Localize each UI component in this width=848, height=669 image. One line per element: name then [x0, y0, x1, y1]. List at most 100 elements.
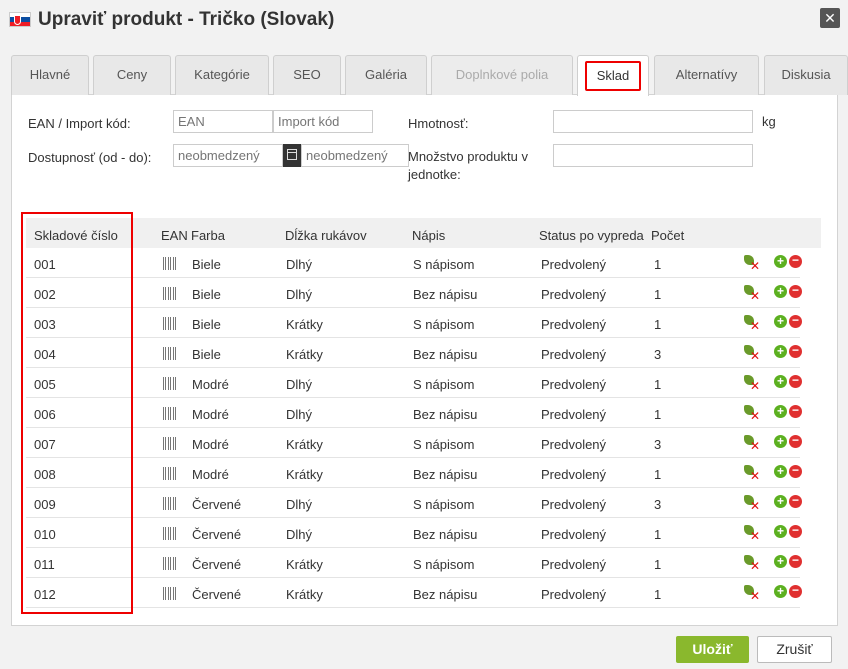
tab-discussion[interactable]: Diskusia: [764, 55, 848, 95]
tab-label: Alternatívy: [675, 67, 738, 82]
tab-label: Diskusia: [781, 67, 831, 82]
cell-count[interactable]: 3: [654, 497, 661, 512]
unit-quantity-input[interactable]: [553, 144, 753, 167]
edit-variant-icon[interactable]: ✕: [743, 315, 760, 332]
import-code-input[interactable]: [273, 110, 373, 133]
barcode-icon[interactable]: [163, 257, 177, 270]
edit-variant-icon[interactable]: ✕: [743, 375, 760, 392]
barcode-icon[interactable]: [163, 467, 177, 480]
cell-count[interactable]: 1: [654, 587, 661, 602]
remove-icon[interactable]: −: [789, 494, 802, 508]
slovak-flag-icon: [9, 12, 31, 27]
remove-icon[interactable]: −: [789, 464, 802, 478]
cell-count[interactable]: 1: [654, 467, 661, 482]
remove-icon[interactable]: −: [789, 584, 802, 598]
barcode-icon[interactable]: [163, 587, 177, 600]
weight-input[interactable]: [553, 110, 753, 133]
cell-count[interactable]: 3: [654, 347, 661, 362]
tab-stock[interactable]: Sklad: [577, 55, 649, 96]
tab-gallery[interactable]: Galéria: [345, 55, 427, 95]
barcode-icon[interactable]: [163, 317, 177, 330]
cell-print: S nápisom: [413, 497, 475, 512]
cell-status[interactable]: Predvolený: [541, 347, 606, 362]
add-icon[interactable]: +: [774, 495, 787, 508]
cell-sleeve: Dlhý: [286, 257, 313, 272]
remove-icon[interactable]: −: [789, 404, 802, 418]
cell-status[interactable]: Predvolený: [541, 317, 606, 332]
add-icon[interactable]: +: [774, 255, 787, 268]
remove-icon[interactable]: −: [789, 344, 802, 358]
edit-variant-icon[interactable]: ✕: [743, 525, 760, 542]
edit-variant-icon[interactable]: ✕: [743, 465, 760, 482]
barcode-icon[interactable]: [163, 527, 177, 540]
cell-count[interactable]: 1: [654, 317, 661, 332]
add-icon[interactable]: +: [774, 525, 787, 538]
cell-status[interactable]: Predvolený: [541, 467, 606, 482]
remove-icon[interactable]: −: [789, 254, 802, 268]
barcode-icon[interactable]: [163, 347, 177, 360]
header-ean: EAN: [161, 228, 188, 243]
cell-count[interactable]: 1: [654, 557, 661, 572]
remove-icon[interactable]: −: [789, 524, 802, 538]
barcode-icon[interactable]: [163, 377, 177, 390]
add-icon[interactable]: +: [774, 345, 787, 358]
availability-to-input[interactable]: [301, 144, 409, 167]
cell-count[interactable]: 1: [654, 377, 661, 392]
add-icon[interactable]: +: [774, 435, 787, 448]
tab-prices[interactable]: Ceny: [93, 55, 171, 95]
add-icon[interactable]: +: [774, 555, 787, 568]
tab-main[interactable]: Hlavné: [11, 55, 89, 95]
add-icon[interactable]: +: [774, 465, 787, 478]
cancel-button[interactable]: Zrušiť: [757, 636, 832, 663]
add-icon[interactable]: +: [774, 285, 787, 298]
cell-status[interactable]: Predvolený: [541, 287, 606, 302]
remove-icon[interactable]: −: [789, 284, 802, 298]
cell-status[interactable]: Predvolený: [541, 257, 606, 272]
cell-status[interactable]: Predvolený: [541, 557, 606, 572]
tab-additional-fields: Doplnkové polia: [431, 55, 573, 95]
edit-variant-icon[interactable]: ✕: [743, 285, 760, 302]
close-icon[interactable]: ✕: [820, 8, 840, 28]
tab-label: Hlavné: [29, 67, 71, 82]
edit-variant-icon[interactable]: ✕: [743, 435, 760, 452]
table-row: 007 Modré Krátky S nápisom Predvolený 3 ✕ + −: [26, 428, 802, 458]
barcode-icon[interactable]: [163, 437, 177, 450]
barcode-icon[interactable]: [163, 497, 177, 510]
cell-count[interactable]: 1: [654, 287, 661, 302]
tab-seo[interactable]: SEO: [273, 55, 341, 95]
cell-count[interactable]: 1: [654, 407, 661, 422]
cell-status[interactable]: Predvolený: [541, 527, 606, 542]
cell-status[interactable]: Predvolený: [541, 437, 606, 452]
edit-variant-icon[interactable]: ✕: [743, 405, 760, 422]
remove-icon[interactable]: −: [789, 374, 802, 388]
tab-alternatives[interactable]: Alternatívy: [654, 55, 759, 95]
tab-categories[interactable]: Kategórie: [175, 55, 269, 95]
ean-input[interactable]: [173, 110, 273, 133]
cell-status[interactable]: Predvolený: [541, 587, 606, 602]
remove-icon[interactable]: −: [789, 554, 802, 568]
edit-variant-icon[interactable]: ✕: [743, 555, 760, 572]
edit-variant-icon[interactable]: ✕: [743, 345, 760, 362]
cell-status[interactable]: Predvolený: [541, 497, 606, 512]
barcode-icon[interactable]: [163, 557, 177, 570]
availability-from-input[interactable]: [173, 144, 283, 167]
cell-count[interactable]: 1: [654, 257, 661, 272]
add-icon[interactable]: +: [774, 375, 787, 388]
cell-count[interactable]: 1: [654, 527, 661, 542]
edit-variant-icon[interactable]: ✕: [743, 495, 760, 512]
barcode-icon[interactable]: [163, 287, 177, 300]
cell-status[interactable]: Predvolený: [541, 407, 606, 422]
add-icon[interactable]: +: [774, 585, 787, 598]
edit-variant-icon[interactable]: ✕: [743, 255, 760, 272]
remove-icon[interactable]: −: [789, 314, 802, 328]
add-icon[interactable]: +: [774, 315, 787, 328]
remove-icon[interactable]: −: [789, 434, 802, 448]
edit-variant-icon[interactable]: ✕: [743, 585, 760, 602]
cell-status[interactable]: Predvolený: [541, 377, 606, 392]
save-button[interactable]: Uložiť: [676, 636, 749, 663]
cell-sleeve: Dlhý: [286, 287, 313, 302]
add-icon[interactable]: +: [774, 405, 787, 418]
calendar-icon[interactable]: [283, 144, 301, 167]
barcode-icon[interactable]: [163, 407, 177, 420]
cell-count[interactable]: 3: [654, 437, 661, 452]
